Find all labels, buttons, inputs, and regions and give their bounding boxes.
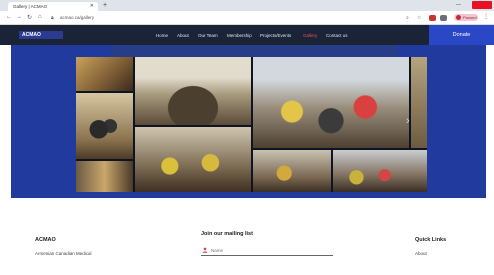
gallery-photo[interactable] bbox=[253, 150, 331, 192]
photo-gallery bbox=[76, 57, 427, 192]
gallery-photo[interactable] bbox=[411, 57, 427, 148]
quick-links-heading: Quick Links bbox=[415, 237, 447, 243]
reload-icon[interactable]: ↻ bbox=[27, 14, 32, 21]
close-window-button[interactable] bbox=[472, 1, 492, 9]
tab-close-icon[interactable]: ✕ bbox=[90, 3, 94, 9]
nav-membership[interactable]: Membership bbox=[227, 33, 252, 38]
gallery-top-band bbox=[111, 45, 398, 57]
nav-contact[interactable]: Contact us bbox=[326, 33, 348, 38]
nav-our-team[interactable]: Our Team bbox=[198, 33, 218, 38]
url-input[interactable]: acmao.ca/gallery bbox=[60, 15, 94, 20]
gallery-photo[interactable] bbox=[333, 150, 427, 192]
forward-icon[interactable]: → bbox=[16, 14, 22, 20]
profile-label: Paused bbox=[463, 15, 477, 20]
footer-org-title: ACMAO bbox=[35, 237, 56, 243]
carousel-next-icon[interactable]: › bbox=[406, 115, 410, 127]
star-icon[interactable]: ☆ bbox=[417, 15, 421, 21]
gallery-photo[interactable] bbox=[135, 57, 251, 125]
new-tab-button[interactable]: + bbox=[101, 2, 109, 10]
browser-tab[interactable]: Gallery | ACMAO ✕ bbox=[8, 2, 98, 11]
mailing-list-heading: Join our mailing list bbox=[201, 231, 253, 237]
browser-tab-bar: Gallery | ACMAO ✕ + — bbox=[0, 0, 494, 11]
browser-address-bar: ← → ↻ ⌂ 🔒︎ acmao.ca/gallery ⌕ ☆ Paused ⋮ bbox=[0, 11, 494, 25]
quick-link-about[interactable]: About bbox=[415, 251, 427, 256]
gallery-photo[interactable] bbox=[253, 57, 409, 148]
browser-menu-icon[interactable]: ⋮ bbox=[483, 13, 489, 20]
nav-gallery[interactable]: Gallery bbox=[303, 33, 317, 38]
footer-org-subtitle: Armenian Canadian Medical bbox=[35, 251, 92, 256]
nav-projects-events[interactable]: Projects/Events bbox=[260, 33, 291, 38]
nav-home[interactable]: Home bbox=[156, 33, 168, 38]
gallery-photo[interactable] bbox=[76, 161, 133, 192]
extensions-puzzle-icon[interactable] bbox=[440, 15, 447, 21]
home-icon[interactable]: ⌂ bbox=[38, 14, 42, 20]
avatar bbox=[456, 15, 461, 20]
site-header: ACMAO Home About Our Team Membership Pro… bbox=[0, 25, 494, 45]
lock-icon: 🔒︎ bbox=[51, 15, 54, 21]
profile-button[interactable]: Paused bbox=[454, 14, 478, 21]
name-field[interactable] bbox=[201, 246, 333, 256]
extension-icon[interactable] bbox=[429, 15, 436, 21]
nav-about[interactable]: About bbox=[177, 33, 189, 38]
back-icon[interactable]: ← bbox=[6, 14, 12, 20]
donate-button[interactable]: Donate bbox=[429, 25, 494, 45]
minimize-window-button[interactable]: — bbox=[456, 2, 464, 8]
tab-title: Gallery | ACMAO bbox=[13, 4, 48, 9]
gallery-photo[interactable] bbox=[135, 127, 251, 192]
site-logo[interactable]: ACMAO bbox=[19, 31, 63, 39]
gallery-photo[interactable] bbox=[76, 57, 133, 91]
gallery-photo[interactable] bbox=[76, 93, 133, 159]
search-icon[interactable]: ⌕ bbox=[406, 15, 409, 21]
